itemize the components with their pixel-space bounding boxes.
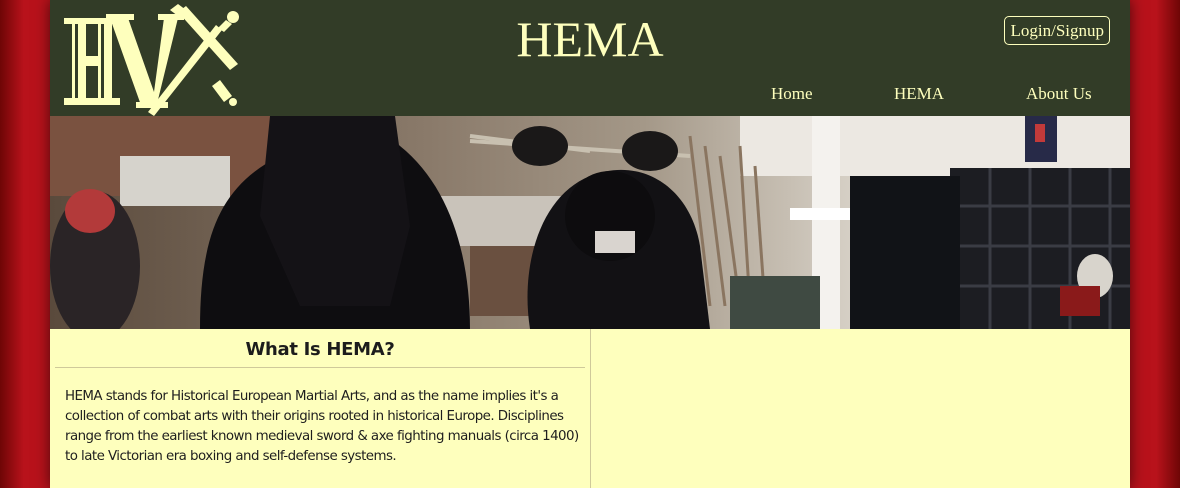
login-signup-button[interactable]: Login/Signup (1004, 16, 1110, 45)
hero-photo (50, 116, 1130, 341)
nav-item-home[interactable]: Home (771, 84, 813, 104)
site-header: HEMA Login/Signup Home HEMA About Us (50, 0, 1130, 116)
nav-item-about-us[interactable]: About Us (1026, 84, 1092, 104)
hero-banner-image (50, 116, 1130, 341)
section-body: HEMA stands for Historical European Mart… (65, 389, 579, 464)
content-area: What Is HEMA? HEMA stands for Historical… (50, 329, 1130, 488)
page-container: HEMA Login/Signup Home HEMA About Us Wha… (50, 0, 1130, 488)
what-is-hema-section: What Is HEMA? HEMA stands for Historical… (50, 329, 591, 488)
main-nav: Home HEMA About Us (50, 84, 1130, 104)
section-title: What Is HEMA? (55, 339, 585, 368)
nav-item-hema[interactable]: HEMA (894, 84, 944, 104)
empty-right-column (591, 329, 1130, 488)
